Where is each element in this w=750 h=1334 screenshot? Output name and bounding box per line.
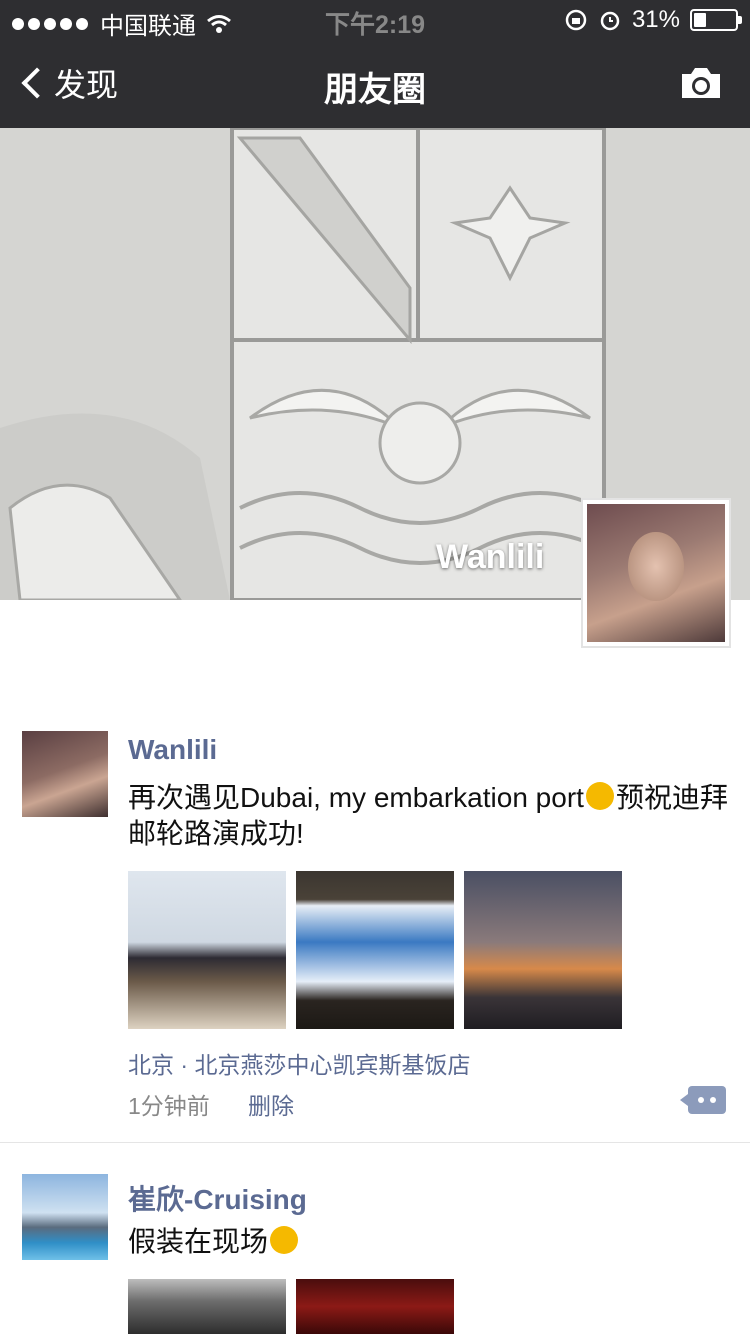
post-photos <box>128 871 622 1029</box>
post-text: 假装在现场 <box>128 1224 728 1260</box>
post-location[interactable]: 北京 · 北京燕莎中心凯宾斯基饭店 <box>128 1046 470 1080</box>
post-avatar[interactable] <box>22 1174 108 1260</box>
post-author[interactable]: Wanlili <box>128 734 217 766</box>
status-bar: 中国联通 下午2:19 31% <box>0 0 750 40</box>
post-avatar[interactable] <box>22 731 108 817</box>
alarm-icon <box>600 11 620 31</box>
post-time: 1分钟前 <box>128 1093 210 1119</box>
post-text: 再次遇见Dubai, my embarkation port 预祝迪拜邮轮路演成功… <box>128 780 728 852</box>
post-text-part-1: 假装在现场 <box>128 1226 269 1257</box>
thinking-face-emoji-icon <box>270 1226 299 1254</box>
profile-avatar[interactable] <box>581 498 731 648</box>
delete-button[interactable]: 删除 <box>248 1087 294 1121</box>
status-right: 31% <box>564 6 742 34</box>
cover-username: Wanlili <box>436 538 545 576</box>
battery-percent: 31% <box>631 6 680 33</box>
post-divider <box>0 1142 750 1143</box>
winking-tongue-emoji-icon <box>585 782 614 810</box>
camera-icon[interactable] <box>678 64 724 102</box>
post-photo-3[interactable] <box>464 871 622 1029</box>
lock-rotation-icon <box>565 9 587 31</box>
post-author[interactable]: 崔欣-Cruising <box>128 1178 307 1218</box>
post-text-part-1: 再次遇见Dubai, my embarkation port <box>128 782 584 813</box>
navigation-bar: 发现 朋友圈 <box>0 40 750 128</box>
page-title: 朋友圈 <box>324 71 426 109</box>
post-photo-2[interactable] <box>296 1279 454 1334</box>
post-photo-1[interactable] <box>128 871 286 1029</box>
comment-more-icon[interactable] <box>680 1086 726 1114</box>
battery-icon <box>690 9 742 31</box>
post-photos <box>128 1279 454 1334</box>
post-photo-2[interactable] <box>296 871 454 1029</box>
post-photo-1[interactable] <box>128 1279 286 1334</box>
profile-avatar-image <box>587 504 725 642</box>
